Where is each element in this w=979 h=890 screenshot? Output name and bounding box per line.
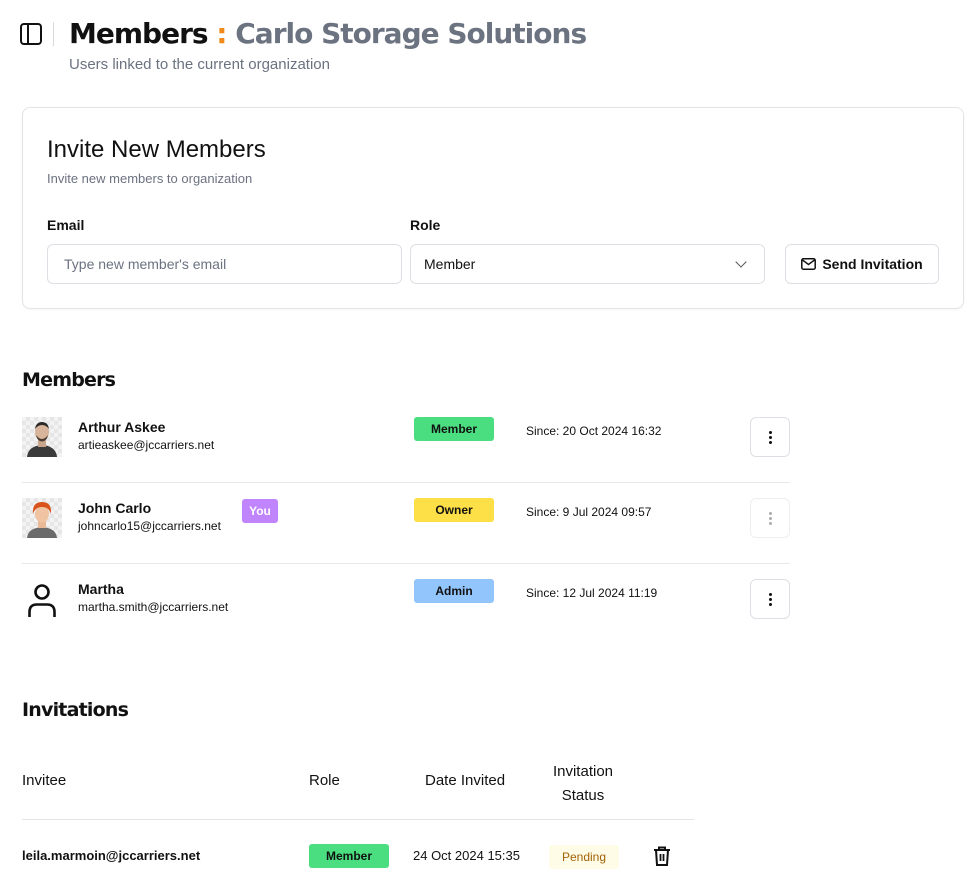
member-actions-button [750,498,790,538]
header-divider [53,22,54,46]
member-since: Since: 20 Oct 2024 16:32 [526,424,662,438]
role-select[interactable]: Member [410,244,765,284]
members-section-title: Members [22,369,116,391]
send-invitation-label: Send Invitation [822,256,923,272]
avatar [22,498,62,538]
member-name: Arthur Askee [78,419,166,435]
trash-icon[interactable] [652,845,672,867]
column-header-status-line2: Status [561,787,605,804]
member-email: johncarlo15@jccarriers.net [78,519,221,533]
member-email: martha.smith@jccarriers.net [78,600,229,614]
member-actions-button[interactable] [750,579,790,619]
invitee-email: leila.marmoin@jccarriers.net [22,848,201,863]
email-label: Email [47,217,85,233]
title-separator: : [216,17,227,50]
invite-card-subtitle: Invite new members to organization [47,171,253,186]
avatar-image [27,422,57,457]
column-header-invitee: Invitee [22,772,67,789]
page-title-text: Members [69,17,209,50]
member-actions-button[interactable] [750,417,790,457]
avatar [22,579,62,619]
page-subtitle: Users linked to the current organization [69,56,330,73]
column-header-status-line1: Invitation [552,763,614,780]
mail-icon [801,258,817,270]
column-header-role: Role [309,772,340,789]
member-since: Since: 12 Jul 2024 11:19 [526,586,658,600]
more-vertical-icon [768,511,772,525]
member-email: artieaskee@jccarriers.net [78,438,215,452]
table-header-divider [22,819,694,820]
sidebar-panel-icon[interactable] [20,23,42,45]
member-since: Since: 9 Jul 2024 09:57 [526,505,652,519]
organization-name: Carlo Storage Solutions [235,17,587,50]
role-badge: Member [414,417,494,441]
column-header-date-invited: Date Invited [425,772,506,789]
member-row: John Carlo johncarlo15@jccarriers.net Yo… [22,483,790,564]
invite-card-title: Invite New Members [47,136,266,163]
more-vertical-icon [768,430,772,444]
invitations-section-title: Invitations [22,699,129,721]
role-badge: Admin [414,579,494,603]
you-badge: You [242,499,278,523]
role-badge: Owner [414,498,494,522]
member-row: Martha martha.smith@jccarriers.net Admin… [22,564,790,645]
column-header-invitation-status: Invitation Status [524,760,642,808]
user-icon [28,584,56,617]
avatar [22,417,62,457]
role-select-value: Member [424,256,476,272]
member-name: Martha [78,581,124,597]
send-invitation-button[interactable]: Send Invitation [785,244,939,284]
invitation-date: 24 Oct 2024 15:35 [413,848,520,863]
member-name: John Carlo [78,500,152,516]
page-title: Members : Carlo Storage Solutions [69,14,587,54]
avatar-image [27,502,57,538]
invitation-role-badge: Member [309,844,389,868]
email-input[interactable] [47,244,402,284]
invitation-status-badge: Pending [549,845,619,869]
chevron-down-icon [735,256,747,268]
member-row: Arthur Askee artieaskee@jccarriers.net M… [22,402,790,483]
more-vertical-icon [768,592,772,606]
role-label: Role [410,217,441,233]
